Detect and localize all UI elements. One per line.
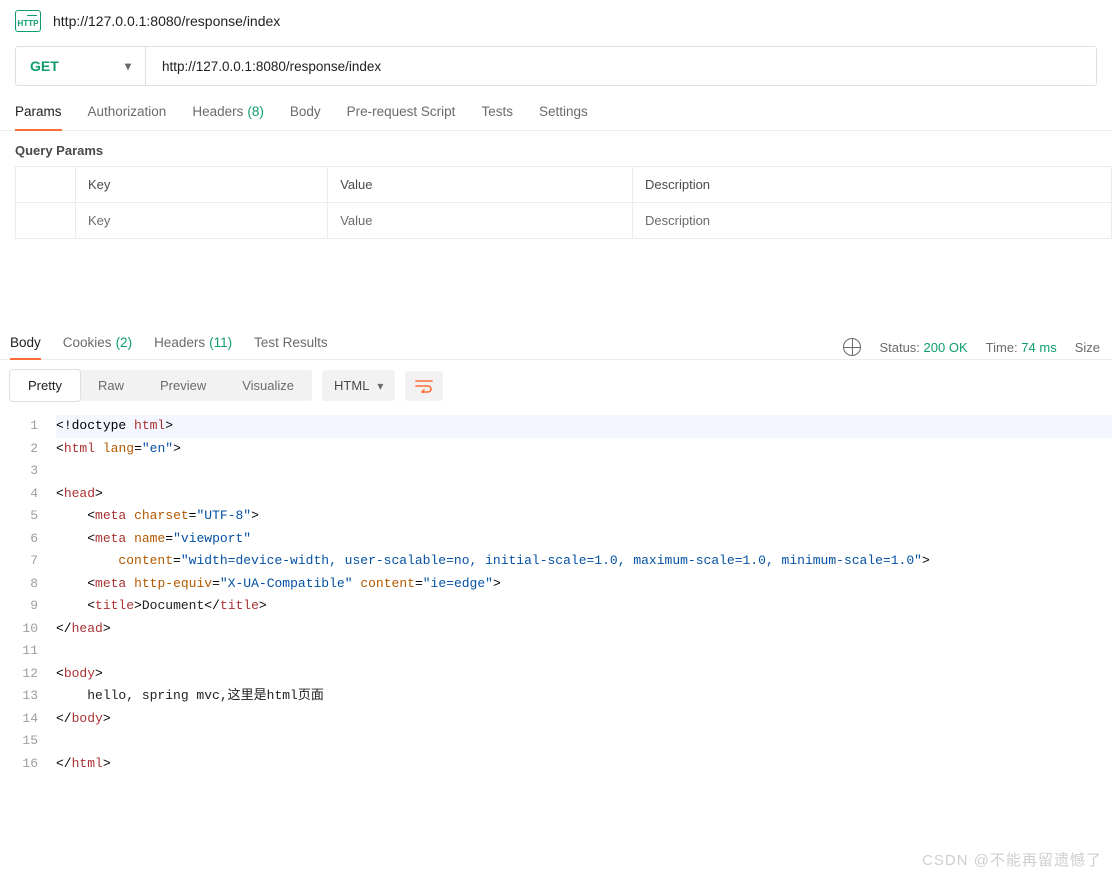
view-visualize[interactable]: Visualize bbox=[224, 370, 312, 401]
param-row[interactable]: Key Value Description bbox=[16, 203, 1112, 239]
resp-tab-body[interactable]: Body bbox=[10, 335, 41, 360]
time-value: 74 ms bbox=[1021, 340, 1056, 355]
resp-cookies-count: (2) bbox=[116, 335, 133, 351]
code-line: 2<html lang="en"> bbox=[0, 438, 1112, 461]
globe-icon[interactable] bbox=[843, 338, 861, 356]
response-tabs: Body Cookies (2) Headers (11) Test Resul… bbox=[10, 335, 328, 359]
tab-headers[interactable]: Headers (8) bbox=[192, 104, 264, 130]
status-value: 200 OK bbox=[924, 340, 968, 355]
code-line: 10</head> bbox=[0, 618, 1112, 641]
url-input[interactable] bbox=[146, 47, 1096, 85]
language-select[interactable]: HTML ▾ bbox=[322, 370, 395, 401]
view-pretty[interactable]: Pretty bbox=[10, 370, 80, 401]
wrap-lines-button[interactable] bbox=[405, 371, 443, 401]
tab-params[interactable]: Params bbox=[15, 104, 62, 131]
code-line: 5 <meta charset="UTF-8"> bbox=[0, 505, 1112, 528]
checkbox-header bbox=[16, 167, 76, 203]
code-line: 11 bbox=[0, 640, 1112, 663]
col-value: Value bbox=[328, 167, 633, 203]
col-key: Key bbox=[76, 167, 328, 203]
tab-authorization[interactable]: Authorization bbox=[88, 104, 167, 130]
resp-headers-label: Headers bbox=[154, 335, 205, 351]
wrap-icon bbox=[415, 379, 433, 393]
status-label: Status: bbox=[879, 340, 919, 355]
time-meta: Time: 74 ms bbox=[986, 340, 1057, 355]
method-label: GET bbox=[30, 58, 59, 74]
code-line: 1<!doctype html> bbox=[0, 415, 1112, 438]
query-params-table: Key Value Description Key Value Descript… bbox=[15, 166, 1112, 239]
code-line: 4<head> bbox=[0, 483, 1112, 506]
col-description: Description bbox=[633, 167, 1112, 203]
key-cell[interactable]: Key bbox=[76, 203, 328, 239]
view-preview[interactable]: Preview bbox=[142, 370, 224, 401]
request-header: HTTP http://127.0.0.1:8080/response/inde… bbox=[0, 0, 1112, 46]
chevron-down-icon: ▾ bbox=[377, 379, 383, 393]
response-body-code[interactable]: 1<!doctype html>2<html lang="en">34<head… bbox=[0, 411, 1112, 795]
code-line: 3 bbox=[0, 460, 1112, 483]
query-params-title: Query Params bbox=[0, 131, 1112, 166]
status-meta: Status: 200 OK bbox=[879, 340, 967, 355]
response-header: Body Cookies (2) Headers (11) Test Resul… bbox=[0, 329, 1112, 360]
tab-title: http://127.0.0.1:8080/response/index bbox=[53, 13, 280, 29]
tab-body[interactable]: Body bbox=[290, 104, 321, 130]
request-tabs: Params Authorization Headers (8) Body Pr… bbox=[0, 86, 1112, 131]
request-bar: GET ▾ bbox=[15, 46, 1097, 86]
resp-tab-headers[interactable]: Headers (11) bbox=[154, 335, 232, 359]
tab-prerequest[interactable]: Pre-request Script bbox=[347, 104, 456, 130]
view-raw[interactable]: Raw bbox=[80, 370, 142, 401]
headers-count: (8) bbox=[247, 104, 264, 120]
tab-settings[interactable]: Settings bbox=[539, 104, 588, 130]
code-line: 15 bbox=[0, 730, 1112, 753]
code-line: 9 <title>Document</title> bbox=[0, 595, 1112, 618]
code-line: 14</body> bbox=[0, 708, 1112, 731]
code-line: 13 hello, spring mvc,这里是html页面 bbox=[0, 685, 1112, 708]
code-line: 8 <meta http-equiv="X-UA-Compatible" con… bbox=[0, 573, 1112, 596]
resp-tab-cookies[interactable]: Cookies (2) bbox=[63, 335, 132, 359]
size-meta: Size bbox=[1075, 340, 1100, 355]
http-icon: HTTP bbox=[15, 10, 41, 32]
resp-tab-testresults[interactable]: Test Results bbox=[254, 335, 328, 359]
resp-cookies-label: Cookies bbox=[63, 335, 112, 351]
time-label: Time: bbox=[986, 340, 1018, 355]
tab-headers-label: Headers bbox=[192, 104, 243, 120]
code-line: 16</html> bbox=[0, 753, 1112, 776]
value-cell[interactable]: Value bbox=[328, 203, 633, 239]
code-line: 7 content="width=device-width, user-scal… bbox=[0, 550, 1112, 573]
code-line: 12<body> bbox=[0, 663, 1112, 686]
chevron-down-icon: ▾ bbox=[125, 59, 131, 73]
resp-headers-count: (11) bbox=[209, 335, 232, 351]
description-cell[interactable]: Description bbox=[633, 203, 1112, 239]
response-meta: Status: 200 OK Time: 74 ms Size bbox=[843, 338, 1100, 356]
language-label: HTML bbox=[334, 378, 369, 393]
response-toolbar: Pretty Raw Preview Visualize HTML ▾ bbox=[0, 360, 1112, 411]
view-mode-group: Pretty Raw Preview Visualize bbox=[10, 370, 312, 401]
watermark: CSDN @不能再留遗憾了 bbox=[922, 849, 1102, 870]
row-checkbox[interactable] bbox=[16, 203, 76, 239]
tab-tests[interactable]: Tests bbox=[481, 104, 513, 130]
code-line: 6 <meta name="viewport" bbox=[0, 528, 1112, 551]
method-select[interactable]: GET ▾ bbox=[16, 47, 146, 85]
